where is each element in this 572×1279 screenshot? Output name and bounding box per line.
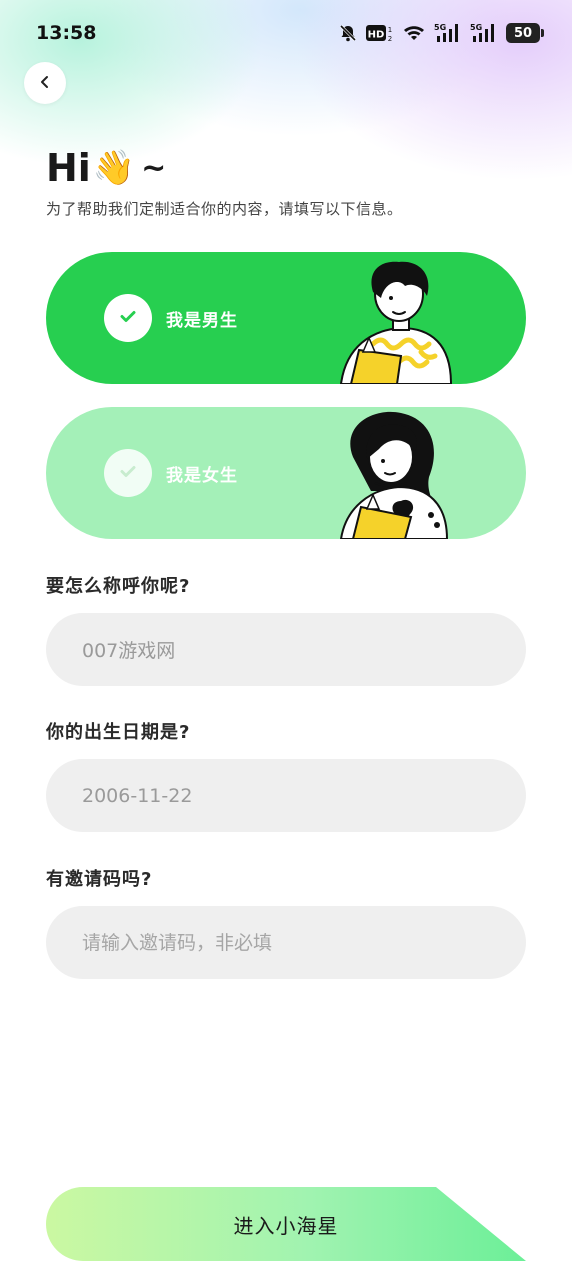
waving-hand-icon: 👋	[92, 148, 136, 188]
status-icons: HD 1 2 5G 5G 50	[338, 22, 544, 44]
signal-5g-icon: 5G	[470, 22, 498, 44]
gender-label-female: 我是女生	[166, 466, 238, 486]
greeting-text: Hi	[46, 146, 91, 190]
svg-text:2: 2	[388, 35, 392, 43]
greeting-tilde: ~	[141, 150, 167, 186]
svg-text:HD: HD	[368, 30, 385, 41]
invite-code-input[interactable]	[46, 906, 526, 979]
unselected-check	[104, 449, 152, 497]
svg-text:5G: 5G	[434, 23, 446, 32]
birthday-label: 你的出生日期是?	[46, 722, 191, 743]
gender-option-female[interactable]: 我是女生	[46, 407, 526, 539]
back-button[interactable]	[24, 62, 66, 104]
status-bar: 13:58 HD 1 2 5G 5G 50	[0, 0, 572, 66]
battery-icon: 50	[506, 23, 544, 43]
svg-text:1: 1	[388, 26, 392, 34]
nickname-input[interactable]	[46, 613, 526, 686]
greeting-title: Hi 👋 ~	[46, 146, 166, 190]
invite-code-label: 有邀请码吗?	[46, 869, 153, 890]
nickname-label: 要怎么称呼你呢?	[46, 576, 191, 597]
girl-illustration	[339, 411, 449, 539]
birthday-input[interactable]	[46, 759, 526, 832]
page-subtitle: 为了帮助我们定制适合你的内容，请填写以下信息。	[46, 200, 403, 218]
selected-check	[104, 294, 152, 342]
check-icon	[117, 305, 139, 331]
signal-5g-icon: 5G	[434, 22, 462, 44]
gender-option-male[interactable]: 我是男生	[46, 252, 526, 384]
svg-text:5G: 5G	[470, 23, 482, 32]
boy-illustration	[339, 261, 453, 384]
enter-button[interactable]: 进入小海星	[46, 1187, 526, 1261]
status-time: 13:58	[36, 22, 97, 44]
bell-off-icon	[338, 23, 358, 43]
check-icon	[117, 460, 139, 486]
wifi-icon	[402, 23, 426, 43]
chevron-left-icon	[38, 74, 52, 93]
enter-button-label: 进入小海星	[233, 1213, 339, 1238]
hd-icon: HD 1 2	[366, 23, 394, 43]
gender-label-male: 我是男生	[166, 311, 238, 331]
